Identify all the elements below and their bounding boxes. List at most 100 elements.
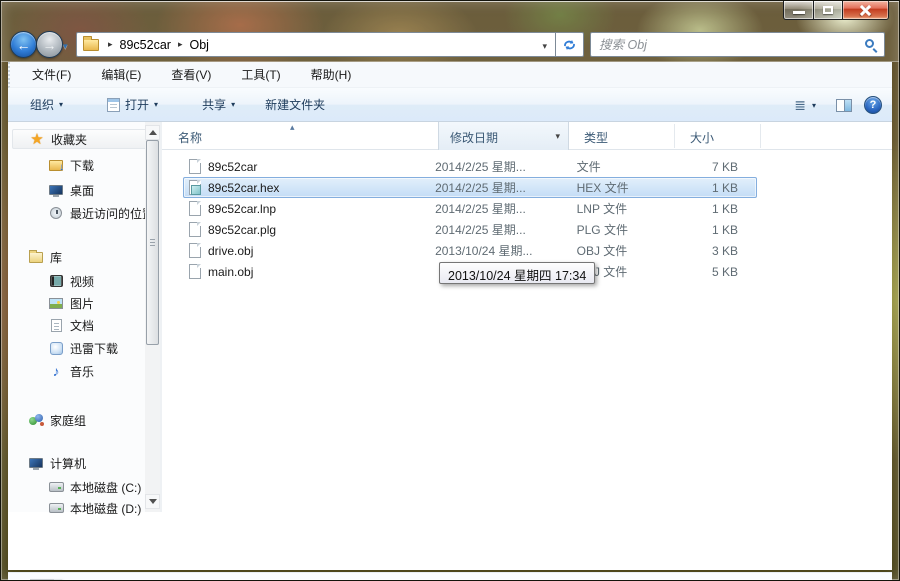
list-view-icon: ≣ [794,97,805,114]
forward-button[interactable]: → [36,31,63,58]
menu-bar: 文件(F) 编辑(E) 查看(V) 工具(T) 帮助(H) [8,62,892,88]
chevron-down-icon: ▾ [59,100,63,109]
refresh-icon [562,38,577,52]
close-button[interactable] [843,1,889,20]
chevron-down-icon: ▾ [812,101,816,110]
forward-arrow-icon: → [43,38,57,52]
file-icon [189,222,201,237]
sidebar-item-thunder-downloads[interactable]: 迅雷下载 [48,338,118,358]
refresh-button[interactable] [556,32,584,57]
sidebar-item-downloads[interactable]: 下载 [48,155,94,175]
maximize-icon [823,6,833,14]
breadcrumb-item-obj[interactable]: Obj [188,38,211,52]
search-box [590,32,885,57]
file-icon [189,201,201,216]
organize-button[interactable]: 组织 ▾ [22,92,71,117]
sidebar-item-homegroup[interactable]: 家庭组 [28,410,86,430]
file-icon [189,243,201,258]
date-tooltip: 2013/10/24 星期四 17:34 [439,262,595,284]
address-bar[interactable]: ▸ 89c52car ▸ Obj ▾ [76,32,556,57]
navigation-pane: ★收藏夹 下载 桌面 最近访问的位置 库 视频 图片 文档 迅雷下载 ♪音乐 家… [8,122,160,512]
search-input[interactable] [599,35,849,54]
downloads-icon [49,160,63,171]
file-icon [189,264,201,279]
star-icon: ★ [29,131,45,147]
sidebar-item-pictures[interactable]: 图片 [48,293,94,313]
share-label: 共享 [202,96,226,113]
back-arrow-icon: ← [17,38,31,52]
explorer-client-area: 文件(F) 编辑(E) 查看(V) 工具(T) 帮助(H) 组织 ▾ 打开 ▾ … [8,62,892,570]
scroll-down-button[interactable] [145,494,160,509]
new-folder-label: 新建文件夹 [265,96,325,113]
hex-file-icon [189,180,201,195]
change-view-button[interactable]: ≣ ▾ [786,93,824,118]
file-row-89c52car-plg[interactable]: 89c52car.plg 2014/2/25 星期... PLG 文件 1 KB [183,219,757,240]
column-header-date[interactable]: 修改日期 ▾ [438,122,569,150]
breadcrumb-separator-icon: ▸ [173,39,188,50]
sidebar-item-music[interactable]: ♪音乐 [48,361,94,381]
open-label: 打开 [125,96,149,113]
sidebar-item-favorites[interactable]: ★收藏夹 [12,129,148,149]
file-row-89c52car-lnp[interactable]: 89c52car.lnp 2014/2/25 星期... LNP 文件 1 KB [183,198,757,219]
desktop-icon [49,185,63,195]
details-pane: 89c52car.hex 修改日期: 2014/2/25 星期二 14:13 创… [8,572,892,581]
address-dropdown-icon[interactable]: ▾ [542,41,547,52]
sidebar-scrollbar[interactable] [145,122,160,512]
chevron-down-icon: ▾ [231,100,235,109]
sort-ascending-icon: ▴ [290,122,295,133]
menu-file[interactable]: 文件(F) [24,63,79,86]
minimize-icon [793,11,805,14]
drive-icon [49,482,64,492]
column-header-size[interactable]: 大小 [690,129,714,146]
sidebar-item-local-disk-c[interactable]: 本地磁盘 (C:) [48,477,141,497]
minimize-button[interactable] [783,1,814,20]
homegroup-icon [28,413,44,427]
search-icon[interactable] [865,39,874,48]
file-row-drive-obj[interactable]: drive.obj 2013/10/24 星期... OBJ 文件 3 KB [183,240,757,261]
maximize-button[interactable] [814,1,843,20]
column-header-type[interactable]: 类型 [584,129,608,146]
sidebar-item-documents[interactable]: 文档 [48,315,94,335]
breadcrumb-item-89c52car[interactable]: 89c52car [118,38,173,52]
sidebar-item-libraries[interactable]: 库 [28,247,62,267]
menu-view[interactable]: 查看(V) [163,63,219,86]
sidebar-item-computer[interactable]: 计算机 [28,453,86,473]
new-folder-button[interactable]: 新建文件夹 [257,92,333,117]
file-list-pane: ▴ 名称 修改日期 ▾ 类型 大小 89c52car 2014/2/25 星期.… [162,122,892,512]
preview-pane-icon[interactable] [836,99,852,112]
file-row-89c52car-hex-selected[interactable]: 89c52car.hex 2014/2/25 星期... HEX 文件 1 KB [183,177,757,198]
back-button[interactable]: ← [10,31,37,58]
file-row-89c52car[interactable]: 89c52car 2014/2/25 星期... 文件 7 KB [183,156,757,177]
scroll-up-button[interactable] [145,125,160,140]
breadcrumb-separator-icon: ▸ [103,39,118,50]
chevron-down-icon: ▾ [154,100,158,109]
menu-tools[interactable]: 工具(T) [233,63,288,86]
share-button[interactable]: 共享 ▾ [194,92,243,117]
triangle-up-icon [149,130,157,135]
sidebar-item-local-disk-d[interactable]: 本地磁盘 (D:) [48,498,141,518]
help-icon[interactable]: ? [864,96,882,114]
filter-dropdown-icon[interactable]: ▾ [555,131,560,142]
column-header-name[interactable]: 名称 [178,129,202,146]
file-icon [189,159,201,174]
scrollbar-thumb[interactable] [146,140,159,345]
sidebar-item-recent-places[interactable]: 最近访问的位置 [48,203,154,223]
drive-icon [49,503,64,513]
notepad-icon [107,98,120,112]
navigation-bar: ← → ▾ ▸ 89c52car ▸ Obj ▾ [0,28,900,62]
clock-icon [50,207,62,219]
folder-icon [83,39,99,51]
recent-pages-dropdown[interactable]: ▾ [63,41,68,52]
computer-icon [29,458,43,468]
menu-help[interactable]: 帮助(H) [303,63,360,86]
sidebar-item-desktop[interactable]: 桌面 [48,180,94,200]
column-header-row: ▴ 名称 修改日期 ▾ 类型 大小 [162,122,892,150]
triangle-down-icon [149,499,157,504]
menu-edit[interactable]: 编辑(E) [93,63,149,86]
open-button[interactable]: 打开 ▾ [99,92,166,117]
sidebar-item-videos[interactable]: 视频 [48,271,94,291]
organize-label: 组织 [30,96,54,113]
music-note-icon: ♪ [48,363,64,379]
document-icon [51,319,62,332]
thunder-icon [50,342,63,355]
